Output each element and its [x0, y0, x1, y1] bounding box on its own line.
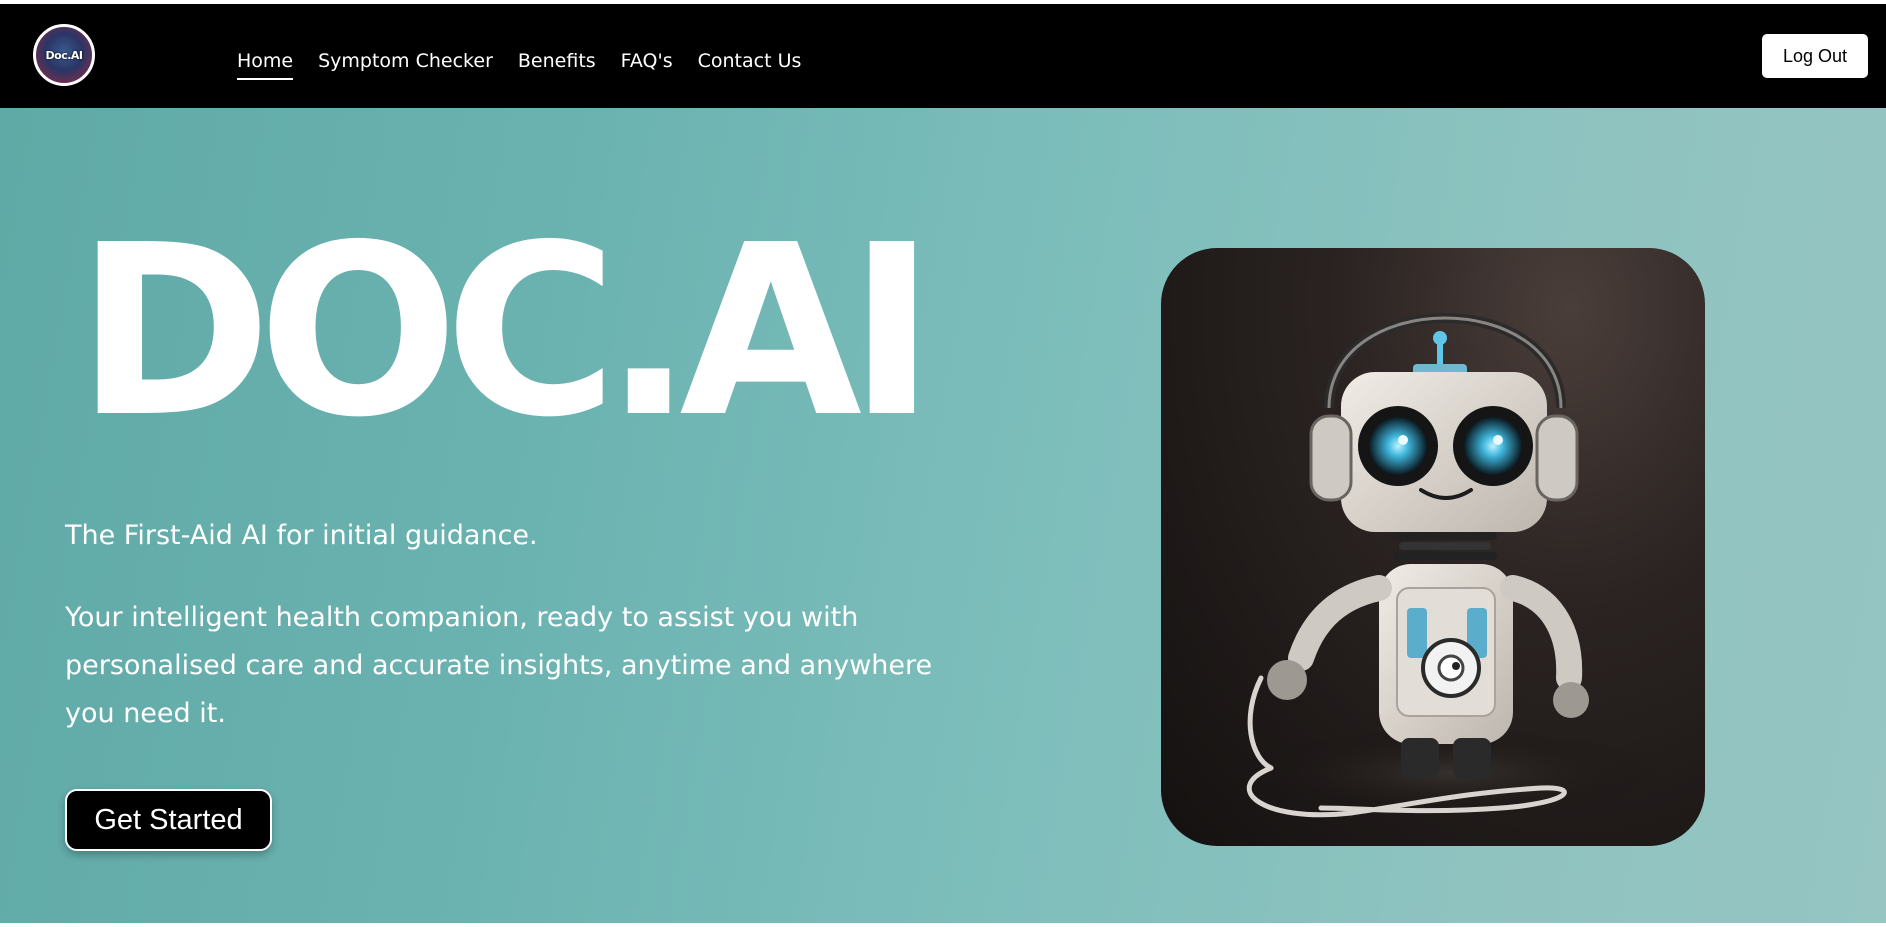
- nav-item-faqs[interactable]: FAQ's: [621, 48, 673, 74]
- page: Doc.AI Home Symptom Checker Benefits FAQ…: [0, 0, 1886, 927]
- nav-item-contact-us[interactable]: Contact Us: [698, 48, 802, 74]
- navbar: Doc.AI Home Symptom Checker Benefits FAQ…: [0, 4, 1886, 108]
- nav-item-benefits[interactable]: Benefits: [518, 48, 596, 74]
- hero-tagline: The First-Aid AI for initial guidance.: [65, 520, 538, 551]
- logout-button[interactable]: Log Out: [1762, 34, 1868, 78]
- robot-illustration: [1241, 313, 1661, 818]
- nav-item-symptom-checker[interactable]: Symptom Checker: [318, 48, 493, 74]
- robot-image: [1161, 248, 1705, 846]
- hero-section: DOC.AI The First-Aid AI for initial guid…: [0, 108, 1886, 927]
- nav-links: Home Symptom Checker Benefits FAQ's Cont…: [237, 48, 802, 80]
- nav-item-home[interactable]: Home: [237, 48, 294, 80]
- logo[interactable]: Doc.AI: [33, 24, 95, 86]
- hero-description: Your intelligent health companion, ready…: [65, 602, 933, 729]
- get-started-button[interactable]: Get Started: [65, 789, 272, 851]
- hero-title: DOC.AI: [76, 194, 936, 469]
- logo-text: Doc.AI: [45, 48, 84, 62]
